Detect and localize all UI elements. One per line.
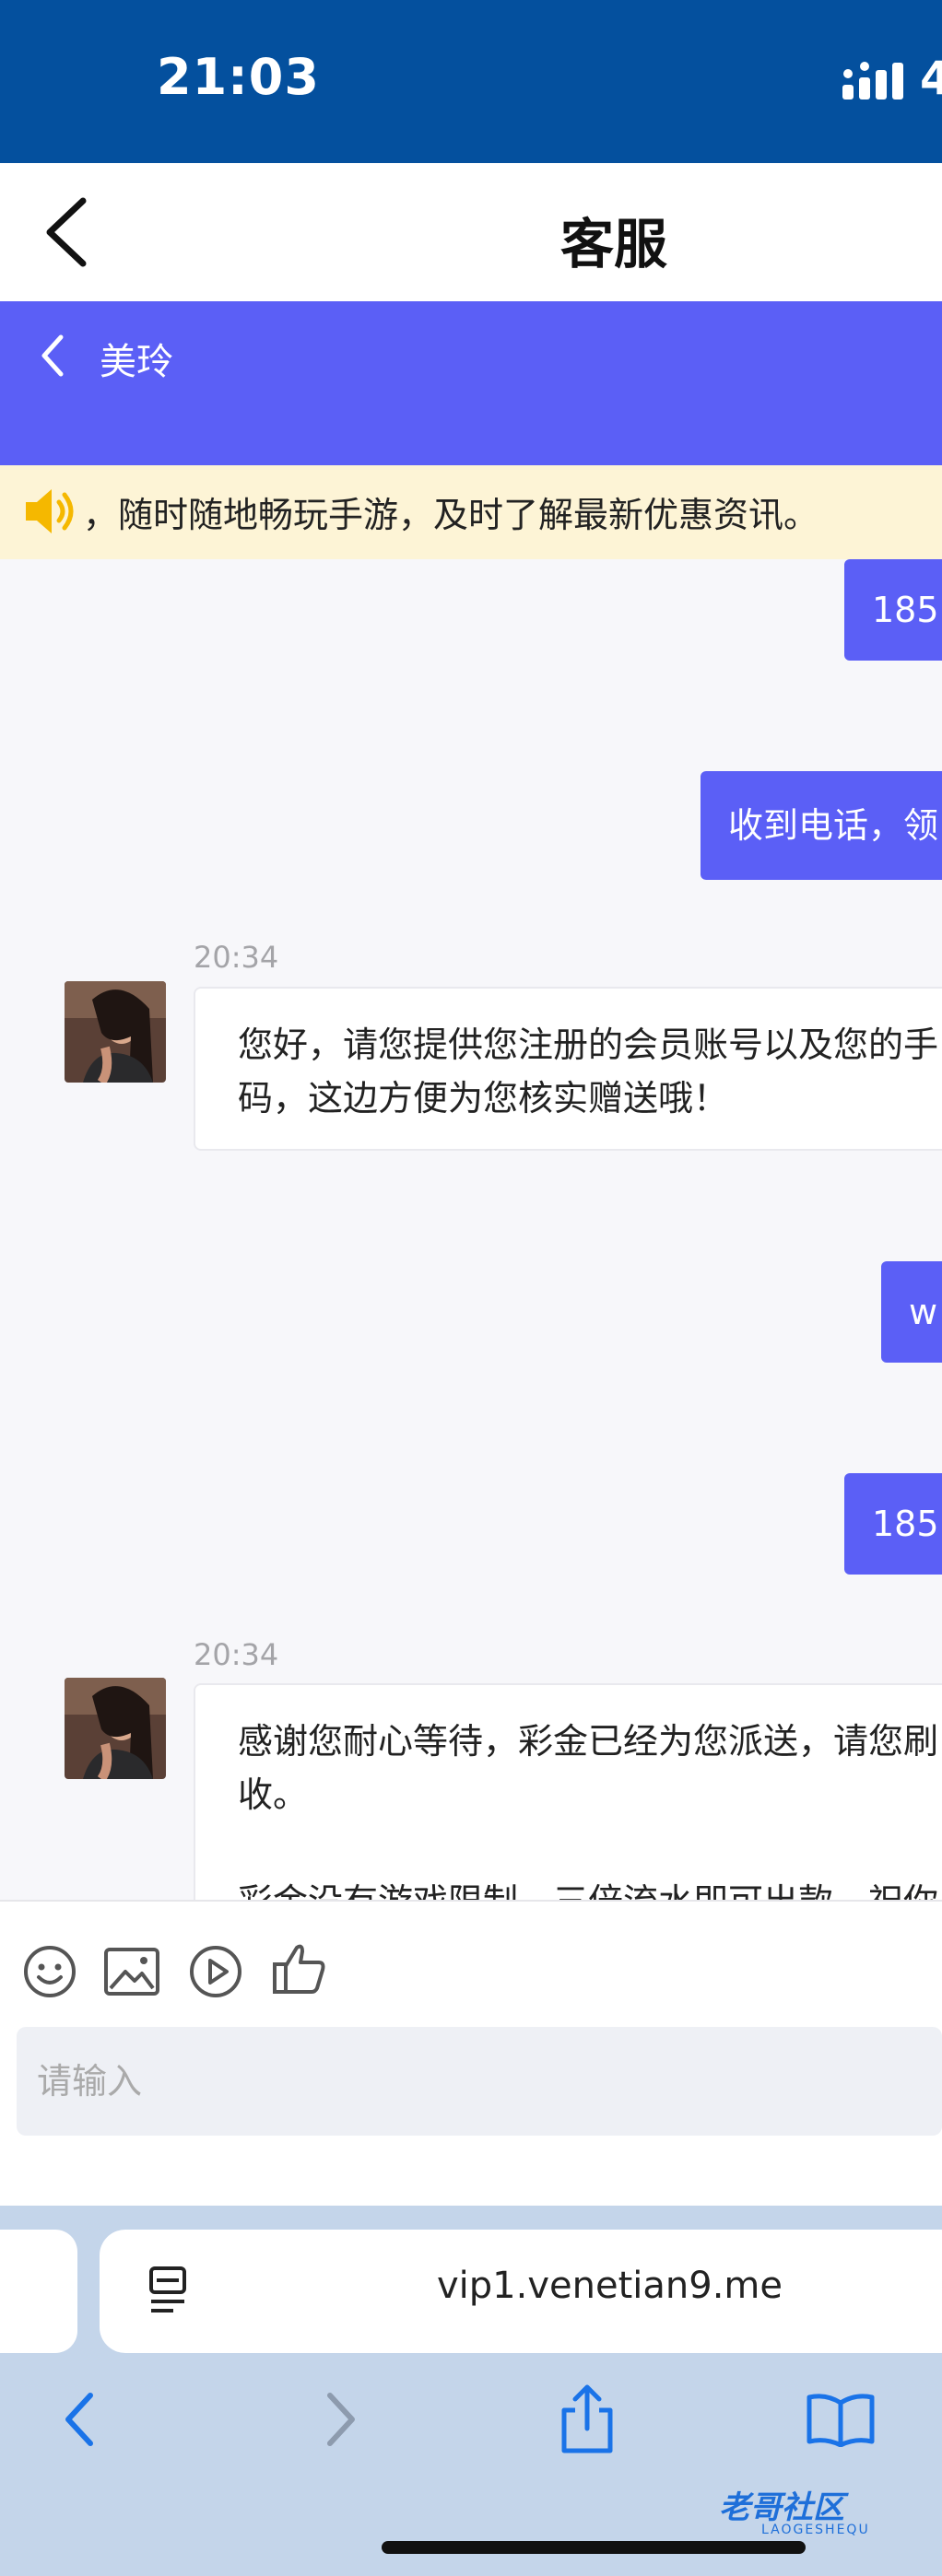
thumbs-up-icon[interactable] bbox=[271, 1940, 328, 1997]
message-timestamp: 20:34 bbox=[194, 1637, 279, 1672]
outgoing-message: w bbox=[881, 1261, 942, 1363]
avatar-image bbox=[65, 1678, 166, 1779]
browser-back-icon[interactable] bbox=[57, 2390, 103, 2449]
status-time: 21:03 bbox=[157, 48, 320, 106]
outgoing-message: 185 bbox=[844, 559, 942, 661]
incoming-message: 您好，请您提供您注册的会员账号以及您的手 码，这边方便为您核实赠送哦！ bbox=[194, 987, 942, 1151]
message-line: 您好，请您提供您注册的会员账号以及您的手 bbox=[238, 1025, 939, 1065]
agent-name: 美玲 bbox=[100, 341, 173, 383]
message-line: 收。 bbox=[238, 1774, 309, 1815]
incoming-message: 感谢您耐心等待，彩金已经为您派送，请您刷 收。 彩金没有游戏限制，三倍流水即可出… bbox=[194, 1683, 942, 1900]
url-text[interactable]: vip1.venetian9.me bbox=[437, 2265, 783, 2307]
outgoing-message: 收到电话，领 bbox=[701, 771, 942, 880]
network-label: 4 bbox=[920, 52, 942, 105]
avatar[interactable] bbox=[65, 1678, 166, 1779]
message-line bbox=[238, 1821, 942, 1875]
watermark-subtext: LAOGESHEQU bbox=[761, 2523, 870, 2537]
message-text: 收到电话，领 bbox=[728, 805, 939, 846]
reader-mode-icon[interactable] bbox=[147, 2265, 190, 2316]
message-text: 185 bbox=[872, 590, 939, 630]
page-title: 客服 bbox=[559, 213, 667, 275]
avatar-image bbox=[65, 981, 166, 1083]
divider bbox=[0, 1900, 942, 1902]
avatar[interactable] bbox=[65, 981, 166, 1083]
share-icon[interactable] bbox=[557, 2383, 618, 2456]
emoji-icon[interactable] bbox=[22, 1944, 77, 1999]
message-input[interactable]: 请输入 bbox=[17, 2027, 942, 2136]
bookmarks-icon[interactable] bbox=[806, 2392, 876, 2447]
home-indicator bbox=[382, 2541, 806, 2554]
chat-area: 185 收到电话，领 20:34 您好，请您提供您注册的会员账号以及您的手 码，… bbox=[0, 559, 942, 1900]
agent-back-icon[interactable] bbox=[39, 334, 66, 378]
previous-tab[interactable] bbox=[0, 2230, 77, 2353]
video-icon[interactable] bbox=[188, 1944, 243, 1999]
signal-strength-icon bbox=[842, 62, 903, 100]
image-icon[interactable] bbox=[103, 1946, 160, 1997]
speaker-icon bbox=[26, 489, 74, 533]
watermark-logo: 老哥社区 bbox=[719, 2489, 844, 2526]
message-text: 185 bbox=[872, 1504, 939, 1544]
message-line: 彩金没有游戏限制，三倍流水即可出款，祝你 bbox=[238, 1875, 942, 1900]
message-line: 码，这边方便为您核实赠送哦！ bbox=[238, 1078, 729, 1118]
message-line: 感谢您耐心等待，彩金已经为您派送，请您刷 bbox=[238, 1721, 939, 1762]
browser-forward-icon[interactable] bbox=[317, 2390, 363, 2449]
outgoing-message: 185 bbox=[844, 1473, 942, 1575]
status-bar bbox=[0, 0, 942, 163]
notice-text: ，随时随地畅玩手游，及时了解最新优惠资讯。 bbox=[83, 495, 819, 535]
message-text: w bbox=[909, 1292, 938, 1332]
message-timestamp: 20:34 bbox=[194, 940, 279, 975]
